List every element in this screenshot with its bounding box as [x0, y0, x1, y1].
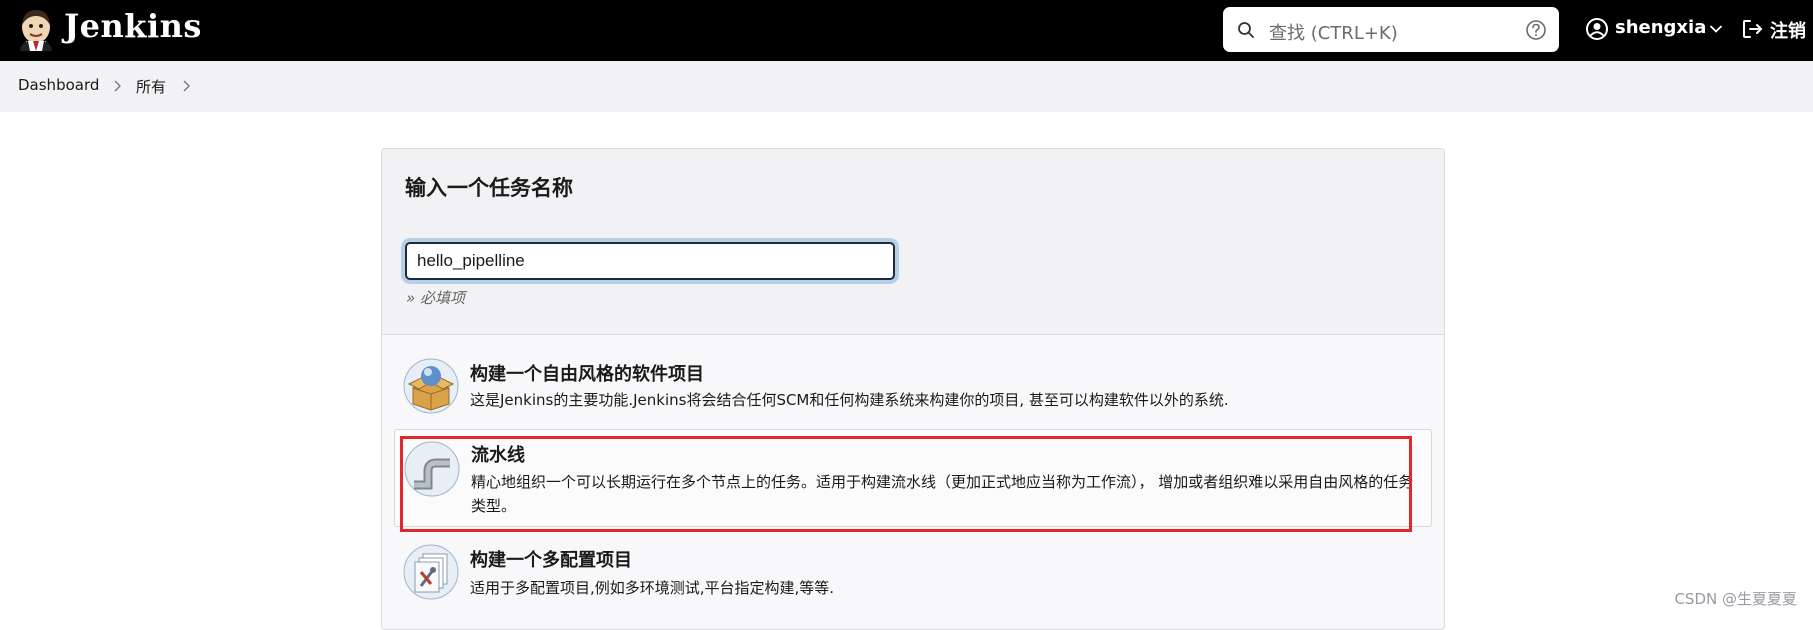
item-type-multi-config[interactable]: 构建一个多配置项目 适用于多配置项目,例如多环境测试,平台指定构建,等等. — [394, 534, 1430, 629]
watermark: CSDN @生夏夏夏 — [1674, 590, 1797, 608]
breadcrumb-dashboard[interactable]: Dashboard — [18, 76, 99, 94]
multi-config-project-icon — [403, 544, 459, 600]
item-description: 适用于多配置项目,例如多环境测试,平台指定构建,等等. — [470, 579, 835, 597]
item-description: 这是Jenkins的主要功能.Jenkins将会结合任何SCM和任何构建系统来构… — [470, 391, 1229, 409]
logout-icon — [1740, 17, 1764, 41]
search-icon — [1237, 21, 1255, 39]
jenkins-logo-icon[interactable] — [17, 7, 55, 53]
chevron-down-icon[interactable] — [1709, 21, 1723, 35]
chevron-right-icon[interactable] — [112, 78, 122, 92]
username[interactable]: shengxia — [1615, 17, 1706, 38]
freestyle-project-icon — [403, 358, 459, 414]
search-input[interactable]: 查找 (CTRL+K) — [1269, 19, 1398, 45]
breadcrumb: Dashboard 所有 — [0, 61, 1813, 112]
item-name-section: 输入一个任务名称 » 必填项 — [382, 149, 1444, 335]
item-title: 构建一个自由风格的软件项目 — [470, 364, 704, 385]
new-item-panel: 输入一个任务名称 » 必填项 构建一个自由风格的软件项目 这是Jenkins的主… — [381, 148, 1445, 630]
brand-name[interactable]: Jenkins — [64, 7, 202, 45]
page-title: 输入一个任务名称 — [405, 176, 573, 200]
chevron-right-icon[interactable] — [181, 78, 191, 92]
search-box[interactable]: 查找 (CTRL+K) — [1223, 7, 1559, 52]
help-icon[interactable] — [1525, 19, 1547, 41]
item-title: 构建一个多配置项目 — [470, 550, 632, 571]
logout-label: 注销 — [1770, 21, 1806, 42]
top-header: Jenkins 查找 (CTRL+K) shengxia 注销 — [0, 0, 1813, 61]
selection-highlight — [400, 436, 1412, 532]
breadcrumb-all[interactable]: 所有 — [136, 76, 166, 97]
item-name-input[interactable] — [405, 242, 895, 280]
required-hint: » 必填项 — [406, 289, 466, 307]
user-icon — [1585, 17, 1609, 41]
